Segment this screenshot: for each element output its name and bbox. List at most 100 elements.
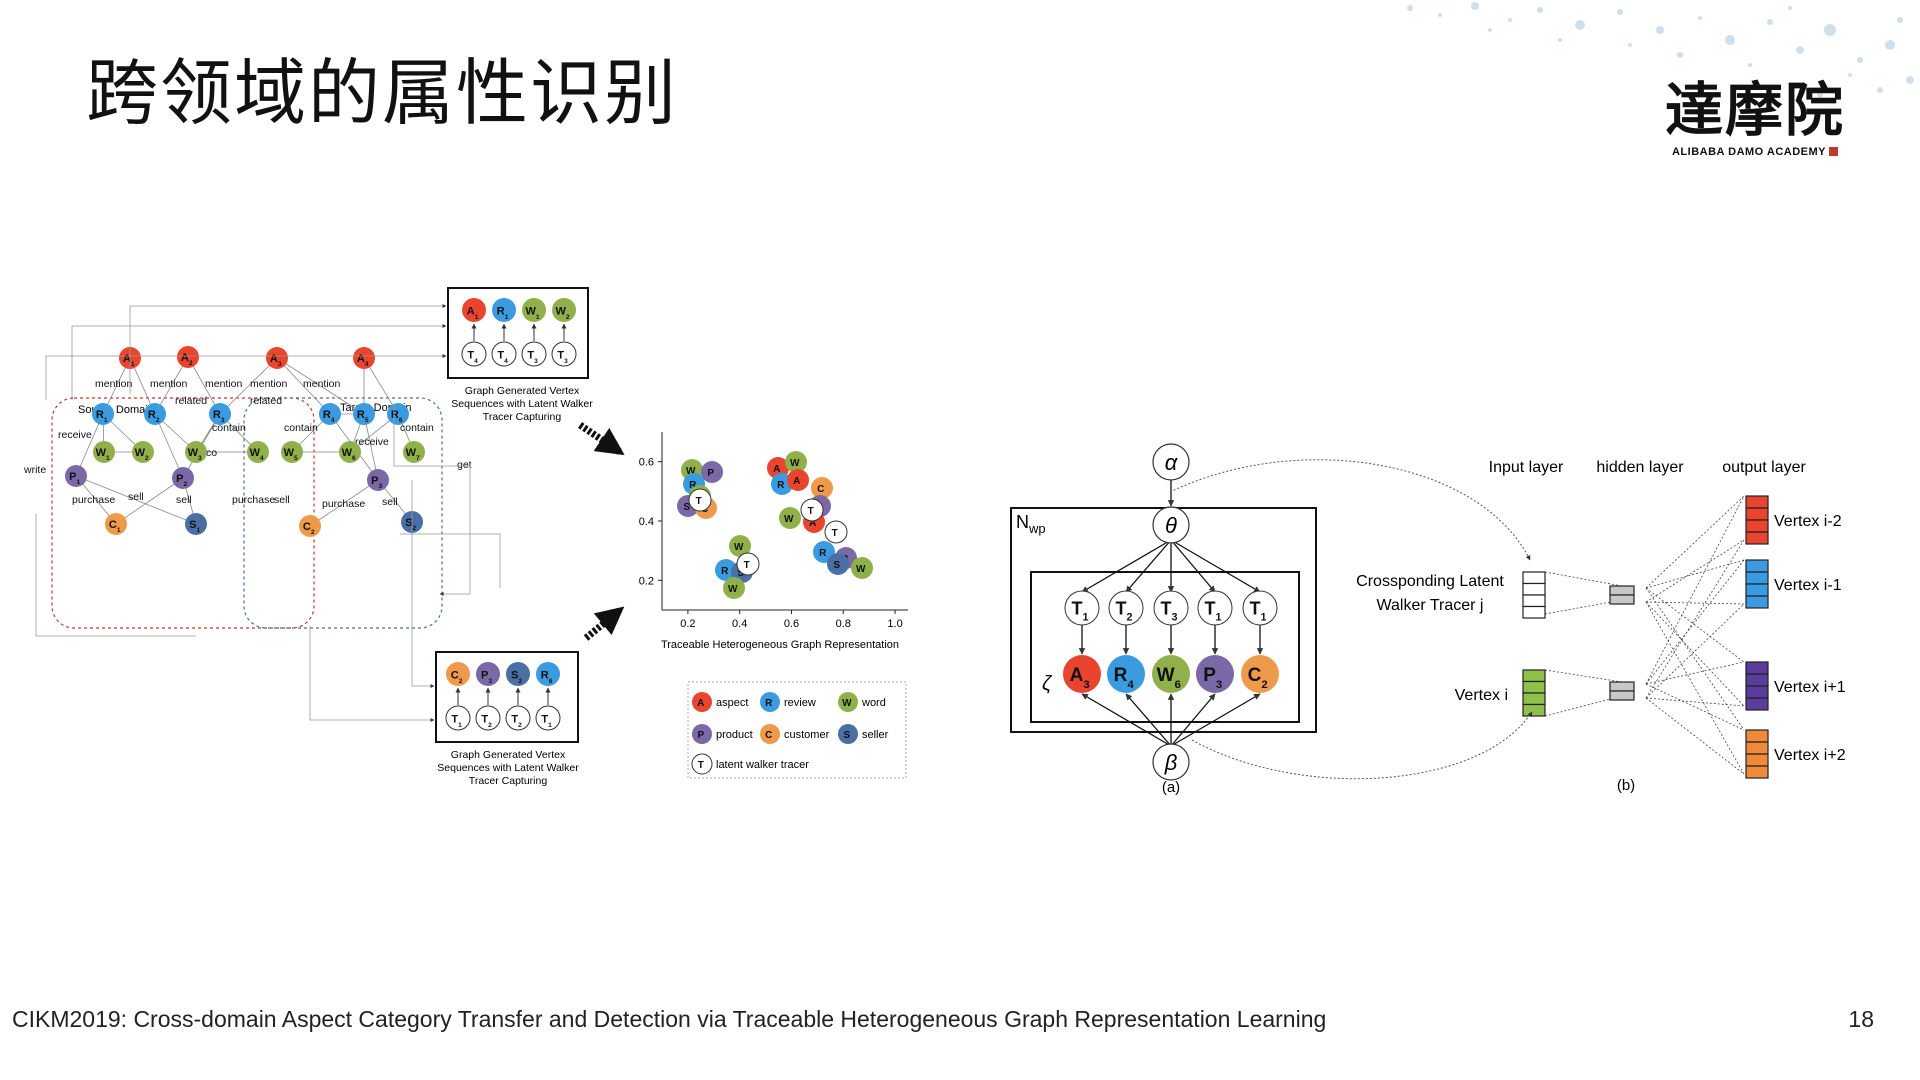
svg-text:β: β <box>1164 750 1178 775</box>
x-tick-label: 0.2 <box>680 618 695 630</box>
vertex-i-label: Vertex i <box>1455 687 1508 704</box>
output-label: Vertex i+1 <box>1774 679 1846 696</box>
theta-edge <box>1170 539 1216 593</box>
panel-a-vertex: P3 <box>1196 655 1234 693</box>
heterogeneous-graph-diagram: Source Domain Target Domain mention menti… <box>23 287 593 787</box>
damo-logo: 達摩院 ALIBABA DAMO ACADEMY <box>1660 78 1850 158</box>
theta-edge <box>1170 539 1261 593</box>
edge-label: get <box>457 459 472 471</box>
graph-node-a2: A2 <box>177 346 199 368</box>
scatter-point: W <box>779 507 801 529</box>
legend-label: word <box>861 697 886 709</box>
svg-text:P: P <box>707 468 714 479</box>
big-arrows <box>578 422 625 641</box>
svg-text:C: C <box>817 484 824 495</box>
svg-text:W: W <box>734 542 744 553</box>
graph-node-s1: S1 <box>185 513 207 535</box>
svg-text:W: W <box>784 514 794 525</box>
panel-a-tracer: T2 <box>1108 590 1144 626</box>
y-tick-label: 0.4 <box>639 516 654 528</box>
input-layer-label: Input layer <box>1489 459 1564 476</box>
logo-english-text: ALIBABA DAMO ACADEMY <box>1671 146 1826 158</box>
theta-edge <box>1081 539 1172 593</box>
panel-a-tracer: T1 <box>1242 590 1278 626</box>
scatter-xlabel: Traceable Heterogeneous Graph Representa… <box>661 639 899 651</box>
svg-text:T: T <box>808 506 814 517</box>
output-block-4 <box>1745 729 1769 779</box>
graph-node-p1: P1 <box>65 465 87 487</box>
graph-node-w7: W7 <box>403 441 425 463</box>
beta-edge <box>1170 693 1261 747</box>
sequence-tracer: T2 <box>475 705 501 731</box>
edge-label: related <box>250 395 282 407</box>
legend-marker-latent-walker-tracer: T <box>691 753 713 775</box>
sequence-tracer: T2 <box>505 705 531 731</box>
graph-node-w2: W2 <box>132 441 154 463</box>
sequence-node: W2 <box>552 298 576 322</box>
edge-label: contain <box>284 422 318 434</box>
slide-title: 跨领域的属性识别 <box>86 51 679 135</box>
panel-b-skipgram-network: Input layer hidden layer output layer Cr… <box>1169 459 1846 794</box>
scatter-point: S <box>827 553 849 575</box>
svg-text:P: P <box>697 730 704 741</box>
edge-label: receive <box>58 429 92 441</box>
edge-label: mention <box>303 378 341 390</box>
svg-text:T: T <box>696 496 702 507</box>
page-number: 18 <box>1848 1006 1874 1032</box>
panel-a-graphical-model: Nwp αθβT1 T2 T3 T1 T1A3 R4 W6 P3 C2 ζ (a) <box>1010 443 1317 796</box>
graph-node-c2: C2 <box>299 515 321 537</box>
svg-text:W: W <box>790 458 800 469</box>
logo-chinese: 達摩院 <box>1664 76 1845 144</box>
svg-text:T: T <box>832 528 838 539</box>
edge-label: sell <box>274 494 290 506</box>
plate-label: Nwp <box>1016 512 1046 536</box>
edge-label: purchase <box>72 494 115 506</box>
legend-marker-product: P <box>692 724 712 744</box>
graph-node-r6: R6 <box>387 403 409 425</box>
x-tick-label: 0.8 <box>836 618 851 630</box>
top-box-caption: Graph Generated Vertex Sequences with Lat… <box>451 385 593 423</box>
network-connections <box>1544 495 1745 775</box>
edge-label: mention <box>205 378 243 390</box>
x-tick-label: 1.0 <box>887 618 902 630</box>
edge-label: mention <box>95 378 133 390</box>
legend-marker-aspect: A <box>692 692 712 712</box>
x-tick-label: 0.4 <box>732 618 747 630</box>
graph-node-r2: R2 <box>144 403 166 425</box>
graph-node-r5: R5 <box>353 403 375 425</box>
legend-marker-seller: S <box>838 724 858 744</box>
legend-label: review <box>784 697 816 709</box>
svg-text:R: R <box>819 548 827 559</box>
figure: Source Domain Target Domain mention menti… <box>23 287 1846 796</box>
graph-node-w3: W3 <box>185 441 207 463</box>
legend-label: customer <box>784 729 830 741</box>
sequence-node: R1 <box>492 298 516 322</box>
edge-label: write <box>23 464 46 476</box>
graph-node-c1: C1 <box>105 513 127 535</box>
svg-text:θ: θ <box>1165 513 1177 538</box>
scatter-point: W <box>851 557 873 579</box>
tracer-label-line1: Crossponding Latent <box>1356 573 1504 590</box>
logo-english: ALIBABA DAMO ACADEMY <box>1660 146 1850 158</box>
hidden-block-2 <box>1609 681 1635 701</box>
svg-text:T: T <box>744 560 750 571</box>
svg-text:W: W <box>842 698 852 709</box>
legend-marker-review: R <box>760 692 780 712</box>
sequence-tracer: T4 <box>491 341 517 367</box>
svg-text:S: S <box>833 560 840 571</box>
sequence-node: A1 <box>462 298 486 322</box>
graph-node-a4: A4 <box>353 347 375 369</box>
sequence-node: P3 <box>476 662 500 686</box>
panel-a-vertex: W6 <box>1152 655 1190 693</box>
sequence-node: R6 <box>536 662 560 686</box>
svg-text:A: A <box>697 698 704 709</box>
svg-text:R: R <box>721 566 729 577</box>
scatter-point: T <box>688 488 712 512</box>
panel-a-vertex: R4 <box>1107 655 1145 693</box>
sequence-tracer: T1 <box>535 705 561 731</box>
alpha-node: α <box>1152 443 1190 481</box>
edge-label: sell <box>176 494 192 506</box>
hidden-block-1 <box>1609 585 1635 605</box>
sequence-tracer: T1 <box>445 705 471 731</box>
edge-label: contain <box>400 422 434 434</box>
